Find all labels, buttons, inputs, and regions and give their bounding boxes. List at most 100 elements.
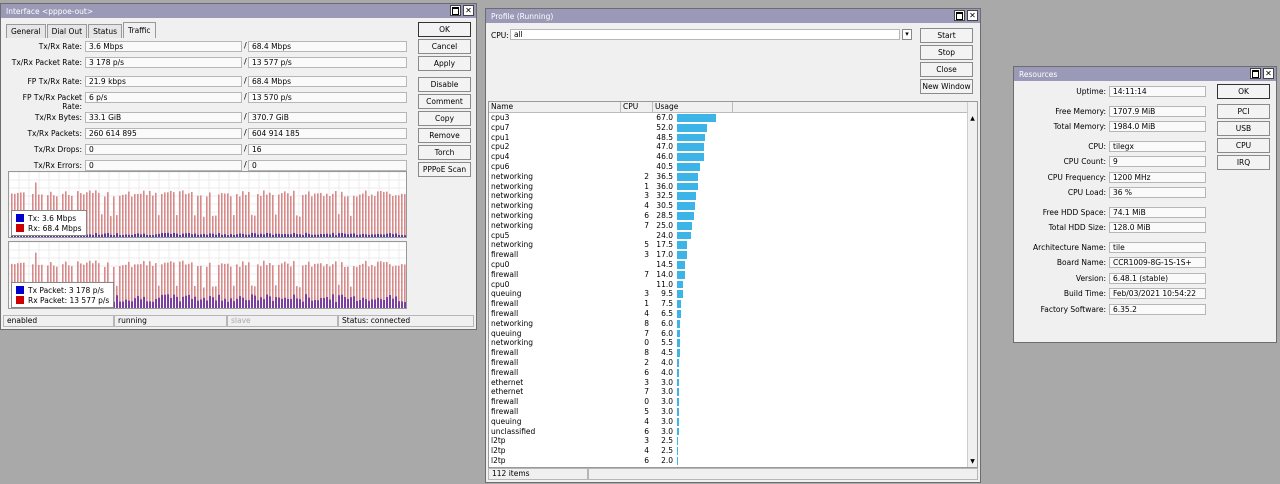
uptime-field[interactable]: 14:11:14 [1109, 86, 1206, 97]
cpu-frequency-field[interactable]: 1200 MHz [1109, 171, 1206, 183]
tx-rx-packets-rx-field[interactable]: 604 914 185 [248, 128, 407, 139]
table-row[interactable]: queuing 4 3.0 [489, 417, 969, 427]
total-memory-field[interactable]: 1984.0 MiB [1109, 121, 1206, 132]
comment-button[interactable]: Comment [418, 94, 471, 109]
column-usage[interactable]: Usage [653, 102, 733, 112]
table-row[interactable]: queuing 7 6.0 [489, 329, 969, 339]
table-row[interactable]: networking 5 17.5 [489, 240, 969, 250]
tx-rx-packet-rate-tx-field[interactable]: 3 178 p/s [85, 57, 242, 68]
table-row[interactable]: firewall 3 17.0 [489, 250, 969, 260]
free-hdd-space-field[interactable]: 74.1 MiB [1109, 206, 1206, 218]
table-row[interactable]: ethernet 7 3.0 [489, 387, 969, 397]
table-row[interactable]: networking 1 36.0 [489, 182, 969, 192]
pppoe-scan-button[interactable]: PPPoE Scan [418, 162, 471, 177]
irq-button[interactable]: IRQ [1217, 155, 1270, 170]
torch-button[interactable]: Torch [418, 145, 471, 160]
remove-button[interactable]: Remove [418, 128, 471, 143]
table-row[interactable]: queuing 3 9.5 [489, 289, 969, 299]
table-row[interactable]: networking 3 32.5 [489, 191, 969, 201]
table-row[interactable]: firewall 5 3.0 [489, 407, 969, 417]
ok-button[interactable]: OK [418, 22, 471, 37]
table-row[interactable]: firewall 1 7.5 [489, 299, 969, 309]
table-row[interactable]: firewall 8 4.5 [489, 348, 969, 358]
table-row[interactable]: networking 8 6.0 [489, 319, 969, 329]
table-row[interactable]: firewall 2 4.0 [489, 358, 969, 368]
tab-general[interactable]: General [6, 24, 46, 38]
maximize-icon[interactable] [450, 5, 461, 16]
cpu-filter-select[interactable]: all [510, 29, 900, 40]
version-field[interactable]: 6.48.1 (stable) [1109, 272, 1206, 284]
table-row[interactable]: cpu3 67.0 [489, 113, 969, 123]
table-row[interactable]: firewall 7 14.0 [489, 270, 969, 280]
table-row[interactable]: cpu1 48.5 [489, 133, 969, 143]
table-row[interactable]: ethernet 3 3.0 [489, 378, 969, 388]
copy-button[interactable]: Copy [418, 111, 471, 126]
table-row[interactable]: networking 2 36.5 [489, 172, 969, 182]
tab-dial-out[interactable]: Dial Out [46, 24, 88, 38]
table-row[interactable]: networking 6 28.5 [489, 211, 969, 221]
chevron-down-icon[interactable]: ▾ [902, 29, 912, 40]
resources-titlebar[interactable]: Resources ✕ [1014, 67, 1276, 81]
maximize-icon[interactable] [1250, 68, 1261, 79]
profile-titlebar[interactable]: Profile (Running) ✕ [486, 9, 980, 23]
fp-tx-rx-rate-rx-field[interactable]: 68.4 Mbps [248, 76, 407, 87]
stop-button[interactable]: Stop [920, 45, 973, 60]
cpu-field[interactable]: tilegx [1109, 140, 1206, 152]
cpu-load-field[interactable]: 36 % [1109, 187, 1206, 198]
fp-tx-rx-packet-rate-rx-field[interactable]: 13 570 p/s [248, 92, 407, 103]
table-scrollbar[interactable]: ▲ ▼ [967, 102, 977, 467]
table-row[interactable]: cpu0 11.0 [489, 280, 969, 290]
table-row[interactable]: cpu6 40.5 [489, 162, 969, 172]
table-row[interactable]: cpu0 14.5 [489, 260, 969, 270]
table-row[interactable]: l2tp 3 2.5 [489, 436, 969, 446]
factory-software-field[interactable]: 6.35.2 [1109, 303, 1206, 315]
table-row[interactable]: cpu2 47.0 [489, 142, 969, 152]
tx-rx-errors-rx-field[interactable]: 0 [248, 160, 407, 171]
close-icon[interactable]: ✕ [463, 5, 474, 16]
tx-rx-rate-tx-field[interactable]: 3.6 Mbps [85, 41, 242, 52]
maximize-icon[interactable] [954, 10, 965, 21]
tab-status[interactable]: Status [88, 24, 122, 38]
table-row[interactable]: networking 7 25.0 [489, 221, 969, 231]
close-icon[interactable]: ✕ [1263, 68, 1274, 79]
pci-button[interactable]: PCI [1217, 104, 1270, 119]
fp-tx-rx-rate-tx-field[interactable]: 21.9 kbps [85, 76, 242, 87]
tx-rx-packet-rate-rx-field[interactable]: 13 577 p/s [248, 57, 407, 68]
board-name-field[interactable]: CCR1009-8G-1S-1S+ [1109, 257, 1206, 268]
table-row[interactable]: firewall 4 6.5 [489, 309, 969, 319]
table-row[interactable]: cpu5 24.0 [489, 231, 969, 241]
tx-rx-rate-rx-field[interactable]: 68.4 Mbps [248, 41, 407, 52]
ok-button[interactable]: OK [1217, 84, 1270, 99]
cpu-count-field[interactable]: 9 [1109, 156, 1206, 167]
apply-button[interactable]: Apply [418, 56, 471, 71]
build-time-field[interactable]: Feb/03/2021 10:54:22 [1109, 288, 1206, 299]
scroll-down-icon[interactable]: ▼ [968, 457, 977, 466]
interface-titlebar[interactable]: Interface <pppoe-out> ✕ [1, 4, 476, 18]
tab-traffic[interactable]: Traffic [123, 22, 156, 38]
table-row[interactable]: l2tp 6 2.0 [489, 456, 969, 466]
table-row[interactable]: firewall 6 4.0 [489, 368, 969, 378]
free-memory-field[interactable]: 1707.9 MiB [1109, 105, 1206, 117]
table-row[interactable]: unclassified 6 3.0 [489, 427, 969, 437]
table-row[interactable]: networking 4 30.5 [489, 201, 969, 211]
table-row[interactable]: l2tp 4 2.5 [489, 446, 969, 456]
new-window-button[interactable]: New Window [920, 79, 973, 94]
table-row[interactable]: networking 0 5.5 [489, 338, 969, 348]
architecture-name-field[interactable]: tile [1109, 241, 1206, 253]
column-name[interactable]: Name [489, 102, 621, 112]
tx-rx-bytes-tx-field[interactable]: 33.1 GiB [85, 112, 242, 123]
tx-rx-packets-tx-field[interactable]: 260 614 895 [85, 128, 242, 139]
tx-rx-drops-rx-field[interactable]: 16 [248, 144, 407, 155]
column-cpu[interactable]: CPU [621, 102, 653, 112]
table-row[interactable]: cpu7 52.0 [489, 123, 969, 133]
usb-button[interactable]: USB [1217, 121, 1270, 136]
tx-rx-errors-tx-field[interactable]: 0 [85, 160, 242, 171]
close-icon[interactable]: ✕ [967, 10, 978, 21]
total-hdd-size-field[interactable]: 128.0 MiB [1109, 222, 1206, 233]
tx-rx-drops-tx-field[interactable]: 0 [85, 144, 242, 155]
table-row[interactable]: firewall 0 3.0 [489, 397, 969, 407]
disable-button[interactable]: Disable [418, 77, 471, 92]
fp-tx-rx-packet-rate-tx-field[interactable]: 6 p/s [85, 92, 242, 103]
close-button[interactable]: Close [920, 62, 973, 77]
scroll-up-icon[interactable]: ▲ [968, 114, 977, 123]
